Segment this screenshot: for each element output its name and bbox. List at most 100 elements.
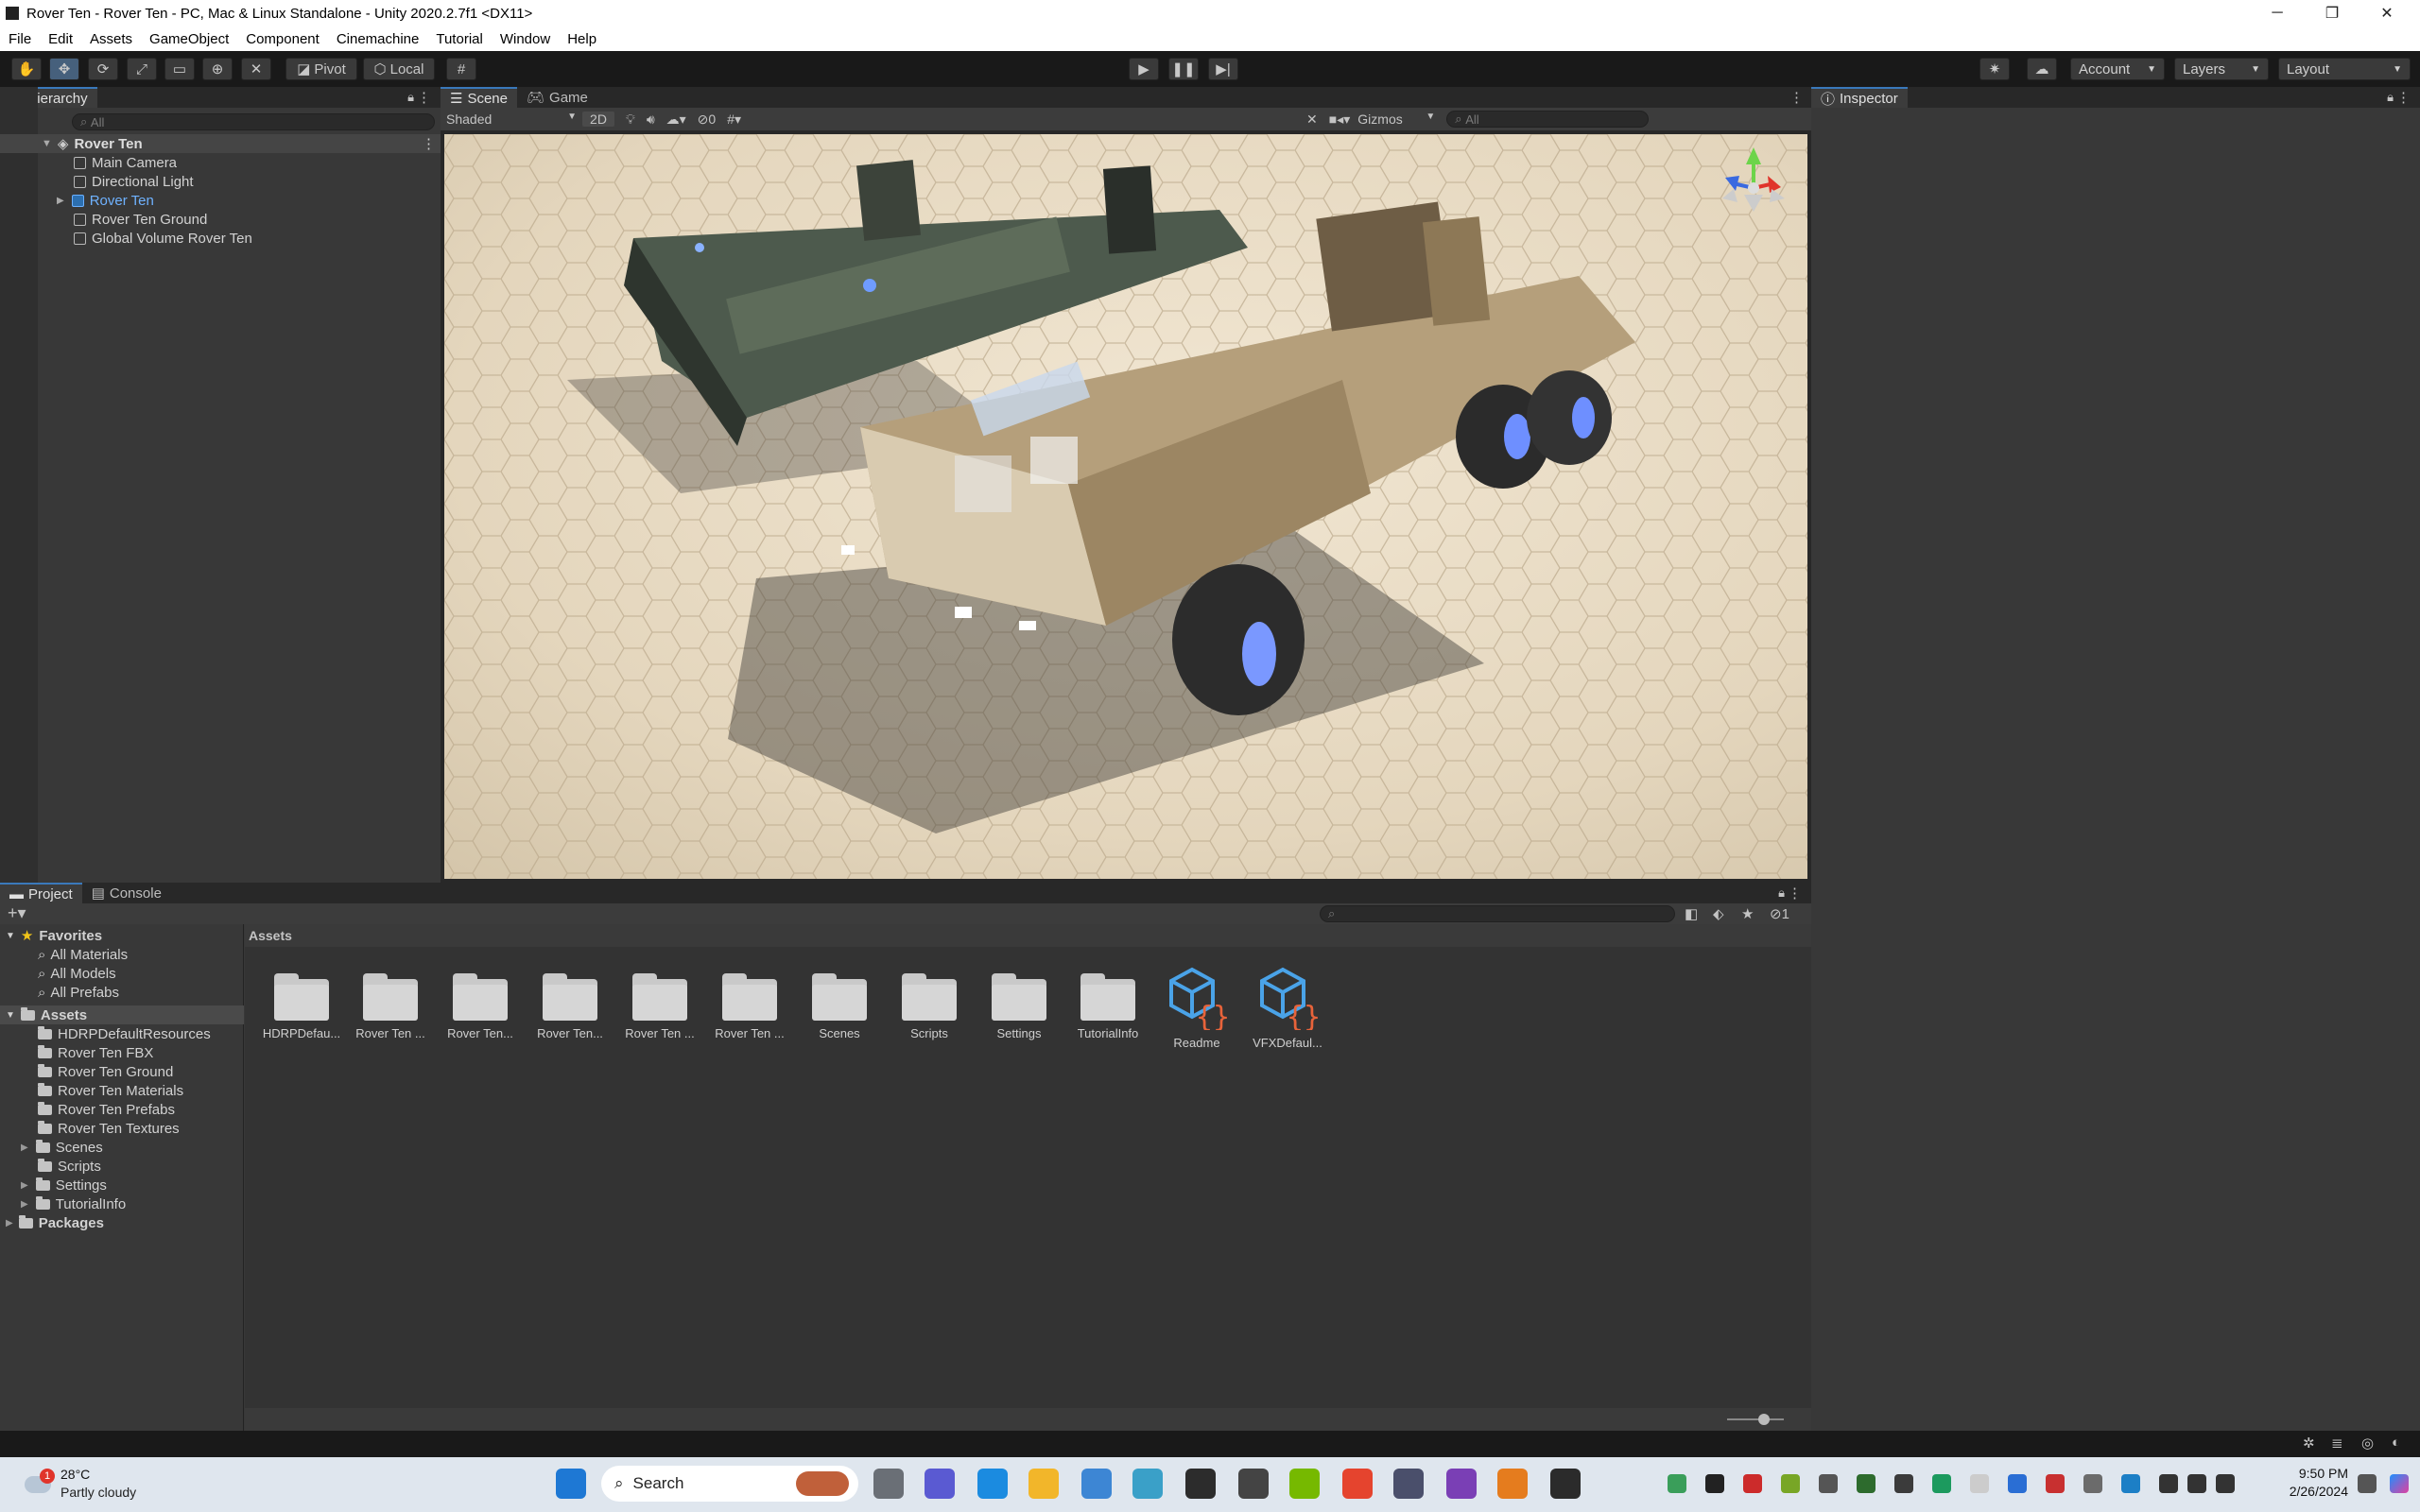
scene-row-overlay[interactable]: ▼ ◈ Rover Ten ⋮ bbox=[0, 134, 441, 153]
hand-tool-icon[interactable]: ✋ bbox=[11, 58, 42, 80]
notification-icon[interactable] bbox=[2358, 1474, 2377, 1493]
icon-size-slider[interactable] bbox=[1727, 1418, 1784, 1420]
scene-viewport[interactable] bbox=[444, 134, 1807, 879]
favorite-item[interactable]: ⌕ All Models bbox=[0, 964, 116, 983]
windows-start-icon[interactable] bbox=[556, 1469, 586, 1499]
asset-folder-row[interactable]: Rover Ten FBX bbox=[0, 1043, 153, 1062]
tray-app-icon[interactable] bbox=[1668, 1474, 1686, 1493]
menu-tutorial[interactable]: Tutorial bbox=[427, 31, 491, 47]
xbox-icon[interactable] bbox=[1705, 1474, 1724, 1493]
play-button[interactable]: ▶ bbox=[1129, 58, 1159, 80]
task-view-icon[interactable] bbox=[873, 1469, 904, 1499]
rect-tool-icon[interactable]: ▭ bbox=[164, 58, 195, 80]
shield-app-icon[interactable] bbox=[1238, 1469, 1269, 1499]
weather-widget[interactable]: 1 bbox=[21, 1467, 55, 1501]
cloud-icon[interactable]: ☁ bbox=[2027, 58, 2057, 80]
favorite-item[interactable]: ⌕ All Materials bbox=[0, 945, 128, 964]
kebab-menu-icon[interactable]: ⋮ bbox=[1789, 89, 1804, 106]
asset-folder-row[interactable]: ▶ Scenes bbox=[0, 1138, 103, 1157]
kebab-menu-icon[interactable]: ⋮ bbox=[417, 89, 431, 106]
shading-mode-dropdown[interactable]: Shaded ▼ bbox=[441, 112, 582, 127]
asset-item[interactable]: {} VFXDefaul... bbox=[1244, 967, 1331, 1050]
asset-folder-row[interactable]: Rover Ten Ground bbox=[0, 1062, 173, 1081]
tray-app-icon[interactable] bbox=[1857, 1474, 1876, 1493]
tab-console[interactable]: ▤ Console bbox=[82, 883, 171, 903]
cache-server-icon[interactable]: ≣ bbox=[2331, 1435, 2343, 1452]
asset-folder-row[interactable]: Rover Ten Prefabs bbox=[0, 1100, 175, 1119]
lock-icon[interactable]: 🔒︎ bbox=[407, 90, 414, 105]
favorite-item[interactable]: ⌕ All Prefabs bbox=[0, 983, 119, 1002]
asset-folder-row[interactable]: HDRPDefaultResources bbox=[0, 1024, 211, 1043]
kebab-menu-icon[interactable]: ⋮ bbox=[2396, 89, 2411, 106]
tab-inspector[interactable]: ⓘ Inspector bbox=[1811, 87, 1908, 108]
chrome-icon[interactable] bbox=[1342, 1469, 1373, 1499]
hidden-packages-icon[interactable]: ⊘1 bbox=[1770, 905, 1789, 922]
sublime-text-icon[interactable] bbox=[1497, 1469, 1528, 1499]
lock-icon[interactable]: 🔒︎ bbox=[2387, 90, 2394, 105]
snipping-tool-icon[interactable] bbox=[1393, 1469, 1424, 1499]
copilot-icon[interactable] bbox=[2390, 1474, 2409, 1493]
tab-scene[interactable]: ☰ Scene bbox=[441, 87, 517, 108]
menu-edit[interactable]: Edit bbox=[40, 31, 81, 47]
grid-icon[interactable]: #▾ bbox=[727, 112, 741, 128]
asset-item[interactable]: Rover Ten... bbox=[527, 973, 614, 1040]
asset-folder-row[interactable]: ▶ Settings bbox=[0, 1176, 107, 1194]
pivot-toggle[interactable]: ◪ Pivot bbox=[285, 58, 357, 80]
asset-folder-row[interactable]: ▶ TutorialInfo bbox=[0, 1194, 126, 1213]
asset-item[interactable]: Scenes bbox=[796, 973, 883, 1040]
close-button[interactable]: ✕ bbox=[2360, 0, 2414, 26]
transform-tool-icon[interactable]: ⊕ bbox=[202, 58, 233, 80]
mcafee-icon[interactable] bbox=[2046, 1474, 2065, 1493]
menu-assets[interactable]: Assets bbox=[81, 31, 141, 47]
restore-button[interactable]: ❐ bbox=[2305, 0, 2360, 26]
alienware-icon[interactable] bbox=[1185, 1469, 1216, 1499]
asset-item[interactable]: Scripts bbox=[886, 973, 973, 1040]
taskbar-search[interactable]: ⌕ Search bbox=[601, 1466, 858, 1502]
asset-item[interactable]: Rover Ten ... bbox=[347, 973, 434, 1040]
battery-icon[interactable] bbox=[2216, 1474, 2235, 1493]
scene-menu-icon[interactable]: ⋮ bbox=[422, 135, 436, 152]
menu-file[interactable]: File bbox=[0, 31, 40, 47]
account-dropdown[interactable]: Account ▼ bbox=[2070, 58, 2165, 80]
layers-dropdown[interactable]: Layers ▼ bbox=[2174, 58, 2269, 80]
collab-icon[interactable]: ✷ bbox=[1979, 58, 2010, 80]
tray-app-icon[interactable] bbox=[1819, 1474, 1838, 1493]
favorites-row[interactable]: ▼ ★ Favorites bbox=[0, 926, 102, 945]
kebab-menu-icon[interactable]: ⋮ bbox=[1788, 885, 1802, 902]
minimize-button[interactable]: ─ bbox=[2250, 0, 2305, 26]
camera-icon[interactable]: ■◂▾ bbox=[1329, 112, 1351, 128]
menu-cinemachine[interactable]: Cinemachine bbox=[328, 31, 428, 47]
rotate-tool-icon[interactable]: ⟳ bbox=[88, 58, 118, 80]
menu-component[interactable]: Component bbox=[237, 31, 328, 47]
menu-help[interactable]: Help bbox=[559, 31, 605, 47]
lock-icon[interactable]: 🔒︎ bbox=[1778, 885, 1785, 901]
clock-date[interactable]: 2/26/2024 bbox=[2254, 1484, 2348, 1499]
browser-globe-icon[interactable] bbox=[1132, 1469, 1163, 1499]
scene-search-input[interactable]: ⌕ All bbox=[1446, 111, 1650, 128]
lighting-icon[interactable]: 💡︎ bbox=[626, 112, 635, 128]
asset-folder-row[interactable]: Rover Ten Textures bbox=[0, 1119, 180, 1138]
gizmos-dropdown[interactable]: Gizmos ▼ bbox=[1357, 112, 1435, 127]
hierarchy-item[interactable]: Global Volume Rover Ten bbox=[0, 229, 252, 248]
icon-size-slider-handle[interactable] bbox=[1758, 1414, 1770, 1425]
hierarchy-search-input[interactable]: ⌕ All bbox=[72, 113, 435, 130]
step-button[interactable]: ▶| bbox=[1208, 58, 1238, 80]
custom-tool-icon[interactable]: ✕ bbox=[241, 58, 271, 80]
store-icon[interactable] bbox=[1081, 1469, 1112, 1499]
tray-app-icon[interactable] bbox=[2008, 1474, 2027, 1493]
nvidia-icon[interactable] bbox=[1289, 1469, 1320, 1499]
tab-game[interactable]: 🎮︎ Game bbox=[517, 87, 597, 108]
grid-snap-icon[interactable]: # bbox=[446, 58, 476, 80]
project-search-input[interactable]: ⌕ bbox=[1320, 905, 1675, 922]
create-asset-button[interactable]: +▾ bbox=[8, 903, 26, 923]
visibility-icon[interactable]: ⊘ bbox=[698, 112, 709, 128]
asset-item[interactable]: Rover Ten ... bbox=[616, 973, 703, 1040]
scale-tool-icon[interactable]: ⤢ bbox=[127, 58, 157, 80]
assets-root-row[interactable]: ▼ Assets bbox=[0, 1005, 244, 1024]
tools-icon[interactable]: ✕ bbox=[1306, 112, 1318, 128]
auto-refresh-icon[interactable]: ◐ bbox=[2392, 1435, 2400, 1451]
toggle-2d-button[interactable]: 2D bbox=[582, 112, 614, 127]
volume-icon[interactable] bbox=[2187, 1474, 2206, 1493]
clock-time[interactable]: 9:50 PM bbox=[2254, 1466, 2348, 1481]
debug-mode-icon[interactable]: ◎ bbox=[2361, 1435, 2374, 1452]
